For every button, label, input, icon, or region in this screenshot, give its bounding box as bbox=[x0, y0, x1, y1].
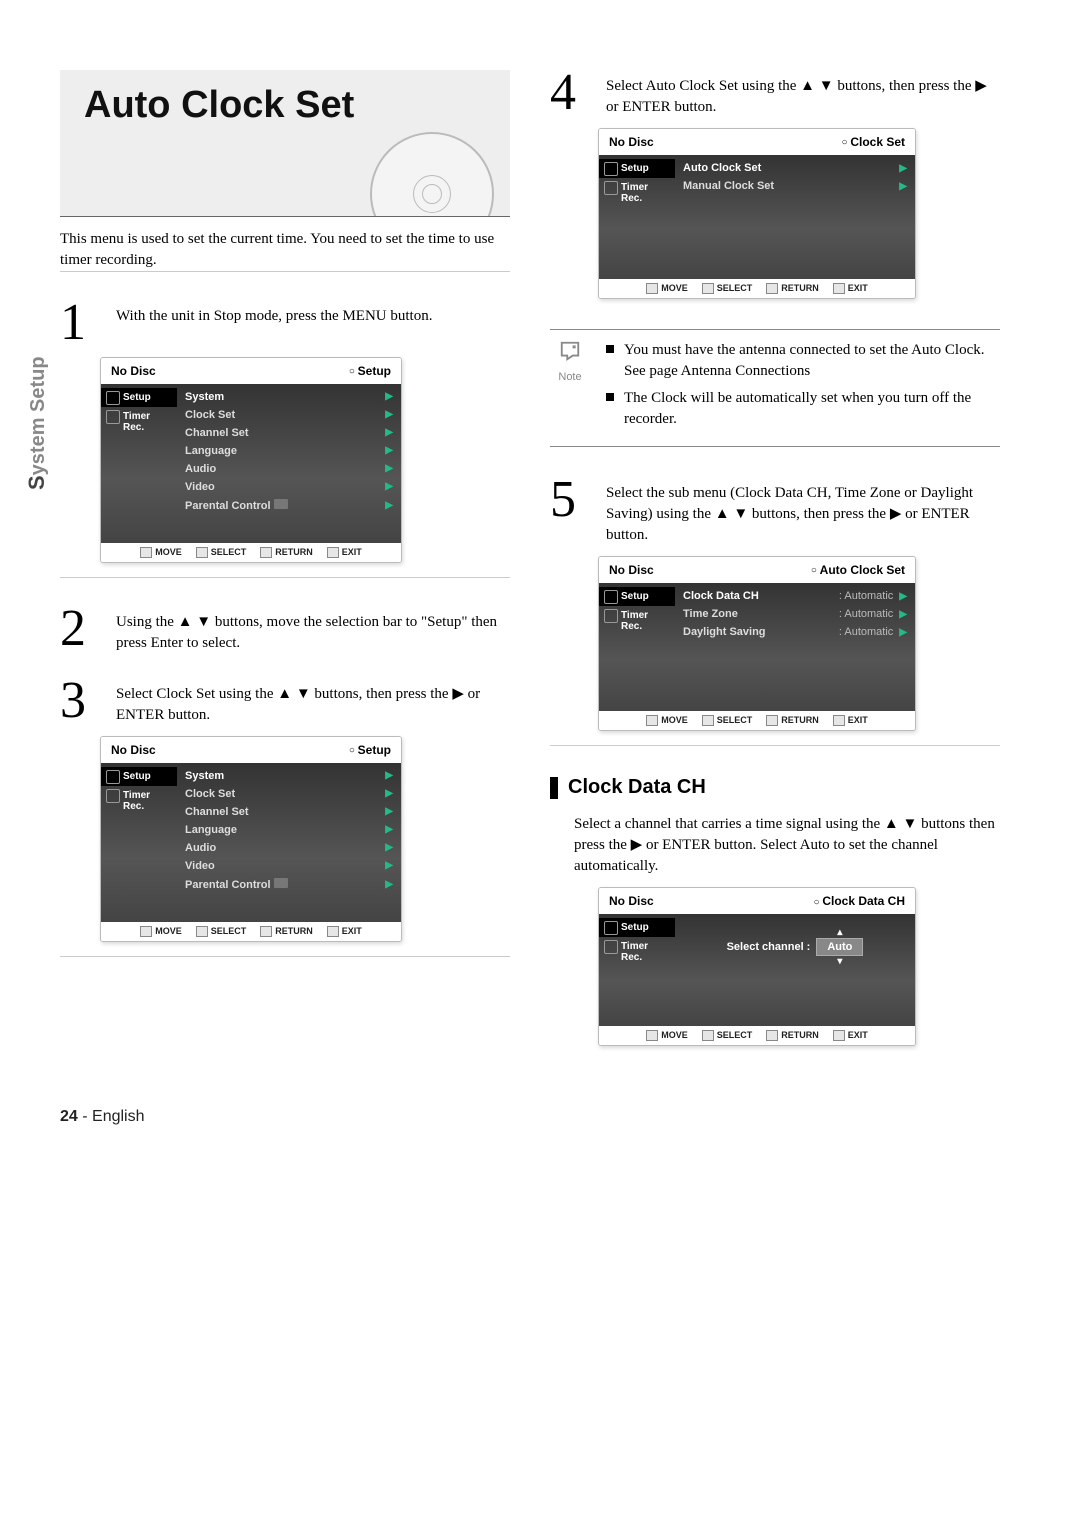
menu-item: Parental Control▶ bbox=[183, 496, 395, 515]
menu-item: Channel Set▶ bbox=[183, 424, 395, 442]
title-block: Auto Clock Set bbox=[60, 70, 510, 217]
menu-item: Audio▶ bbox=[183, 460, 395, 478]
section-bar-icon bbox=[550, 777, 558, 799]
menu-item: Language▶ bbox=[183, 442, 395, 460]
osd-footer: MOVE SELECT RETURN EXIT bbox=[101, 543, 401, 562]
osd-side-setup: Setup bbox=[101, 388, 177, 407]
note-block: Note You must have the antenna connected… bbox=[550, 329, 1000, 447]
note-item: The Clock will be automatically set when… bbox=[606, 388, 1000, 436]
step-1: 1 With the unit in Stop mode, press the … bbox=[60, 300, 510, 347]
menu-item: System▶ bbox=[183, 388, 395, 406]
menu-item: Video▶ bbox=[183, 478, 395, 496]
osd-setup-menu: No Disc Setup Setup Timer Rec. System▶ C… bbox=[100, 357, 402, 563]
channel-value-box: Auto bbox=[816, 938, 863, 956]
osd-nodisc: No Disc bbox=[111, 364, 156, 378]
section-body: Select a channel that carries a time sig… bbox=[550, 814, 1000, 877]
osd-crumb: Setup bbox=[349, 364, 391, 378]
sidebar-section-label: System Setup bbox=[24, 356, 50, 490]
osd-side-timer: Timer Rec. bbox=[101, 407, 177, 437]
osd-clockdata-menu: No Disc Clock Data CH Setup Timer Rec. S… bbox=[598, 887, 916, 1046]
osd-setup-menu-2: No Disc Setup Setup Timer Rec. System▶ C… bbox=[100, 736, 402, 942]
lock-icon bbox=[274, 499, 288, 509]
step-2: 2 Using the ▲ ▼ buttons, move the select… bbox=[60, 606, 510, 654]
osd-autoclock-menu: No Disc Auto Clock Set Setup Timer Rec. … bbox=[598, 556, 916, 731]
step-4: 4 Select Auto Clock Set using the ▲ ▼ bu… bbox=[550, 70, 1000, 118]
note-icon bbox=[559, 340, 581, 362]
note-item: You must have the antenna connected to s… bbox=[606, 340, 1000, 388]
page-footer: 24 - English bbox=[60, 1108, 1000, 1126]
page-title: Auto Clock Set bbox=[84, 84, 486, 127]
intro-text: This menu is used to set the current tim… bbox=[60, 229, 510, 272]
menu-item: Clock Set▶ bbox=[183, 406, 395, 424]
osd-clockset-menu: No Disc Clock Set Setup Timer Rec. Auto … bbox=[598, 128, 916, 299]
step-3: 3 Select Clock Set using the ▲ ▼ buttons… bbox=[60, 678, 510, 726]
step-5: 5 Select the sub menu (Clock Data CH, Ti… bbox=[550, 477, 1000, 546]
select-channel-row: Select channel : Auto bbox=[681, 918, 909, 976]
section-heading: Clock Data CH bbox=[550, 776, 1000, 799]
disc-icon bbox=[370, 132, 494, 217]
